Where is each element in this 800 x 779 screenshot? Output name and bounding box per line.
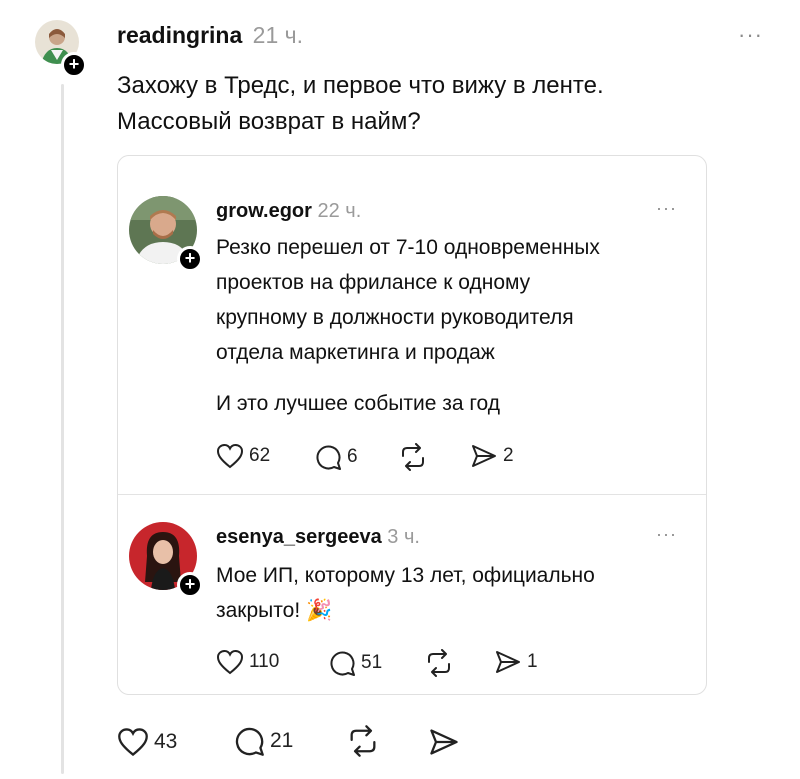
reply-button[interactable]: 21 bbox=[233, 725, 293, 757]
timestamp: 21 ч. bbox=[252, 22, 304, 48]
comment-icon bbox=[330, 651, 355, 676]
post-text-extra: И это лучшее событие за год bbox=[216, 392, 501, 415]
post-text-line: закрыто! 🎉 bbox=[216, 599, 333, 622]
repost-icon bbox=[402, 443, 424, 471]
heart-icon bbox=[216, 649, 244, 675]
post-header: readingrina 21 ч. bbox=[117, 22, 303, 49]
post-header: esenya_sergeeva 3 ч. bbox=[216, 526, 420, 549]
repost-button[interactable] bbox=[424, 649, 454, 677]
share-count: 2 bbox=[503, 445, 514, 466]
repost-icon bbox=[428, 649, 450, 677]
follow-plus-icon[interactable]: + bbox=[61, 52, 87, 78]
share-button[interactable]: 1 bbox=[494, 649, 538, 675]
like-button[interactable]: 110 bbox=[216, 649, 279, 675]
post-text: Резко перешел от 7-10 одновременных прое… bbox=[216, 230, 686, 370]
post-text: Мое ИП, которому 13 лет, официально закр… bbox=[216, 558, 686, 628]
quoted-avatar-group[interactable]: + bbox=[129, 522, 203, 598]
username[interactable]: grow.egor bbox=[216, 200, 312, 222]
like-count: 110 bbox=[249, 651, 280, 672]
post-text-line: Резко перешел от 7-10 одновременных bbox=[216, 236, 600, 259]
repost-button[interactable] bbox=[346, 725, 380, 757]
main-avatar-group[interactable]: + bbox=[35, 20, 87, 78]
share-icon bbox=[430, 729, 458, 755]
quoted-avatar-group[interactable]: + bbox=[129, 196, 203, 272]
like-count: 43 bbox=[154, 730, 178, 753]
timestamp: 3 ч. bbox=[387, 526, 420, 548]
share-icon bbox=[496, 651, 520, 673]
like-button[interactable]: 43 bbox=[117, 727, 177, 757]
heart-icon bbox=[118, 728, 148, 757]
comment-icon bbox=[235, 727, 264, 756]
post-text-line: крупному в должности руководителя bbox=[216, 306, 574, 329]
divider bbox=[118, 494, 706, 495]
post-header: grow.egor 22 ч. bbox=[216, 200, 361, 223]
post-text-line: отдела маркетинга и продаж bbox=[216, 341, 495, 364]
reply-count: 21 bbox=[270, 729, 294, 752]
username[interactable]: readingrina bbox=[117, 22, 242, 48]
follow-plus-icon[interactable]: + bbox=[177, 246, 203, 272]
timestamp: 22 ч. bbox=[317, 200, 362, 222]
post-text-line: Мое ИП, которому 13 лет, официально bbox=[216, 564, 595, 587]
thread-line bbox=[61, 84, 64, 774]
follow-plus-icon[interactable]: + bbox=[177, 572, 203, 598]
reply-button[interactable]: 6 bbox=[314, 443, 358, 471]
like-count: 62 bbox=[249, 445, 271, 466]
reply-button[interactable]: 51 bbox=[328, 649, 382, 677]
share-button[interactable]: 2 bbox=[470, 443, 514, 469]
post-text-line: проектов на фрилансе к одному bbox=[216, 271, 531, 294]
post-text-line: Массовый возврат в найм? bbox=[117, 108, 421, 135]
more-icon[interactable]: ··· bbox=[656, 524, 677, 545]
reply-count: 51 bbox=[361, 652, 383, 673]
more-icon[interactable]: ··· bbox=[738, 22, 763, 48]
reply-count: 6 bbox=[347, 446, 358, 467]
post-text-line: Захожу в Тредс, и первое что вижу в лент… bbox=[117, 72, 604, 99]
more-icon[interactable]: ··· bbox=[656, 198, 677, 219]
share-icon bbox=[472, 445, 496, 467]
comment-icon bbox=[316, 445, 341, 470]
share-count: 1 bbox=[527, 651, 538, 672]
repost-icon bbox=[350, 725, 376, 757]
share-button[interactable] bbox=[428, 727, 460, 757]
post-text: Захожу в Тредс, и первое что вижу в лент… bbox=[117, 68, 757, 140]
repost-button[interactable] bbox=[398, 443, 428, 471]
username[interactable]: esenya_sergeeva bbox=[216, 526, 382, 548]
heart-icon bbox=[216, 443, 244, 469]
like-button[interactable]: 62 bbox=[216, 443, 270, 469]
